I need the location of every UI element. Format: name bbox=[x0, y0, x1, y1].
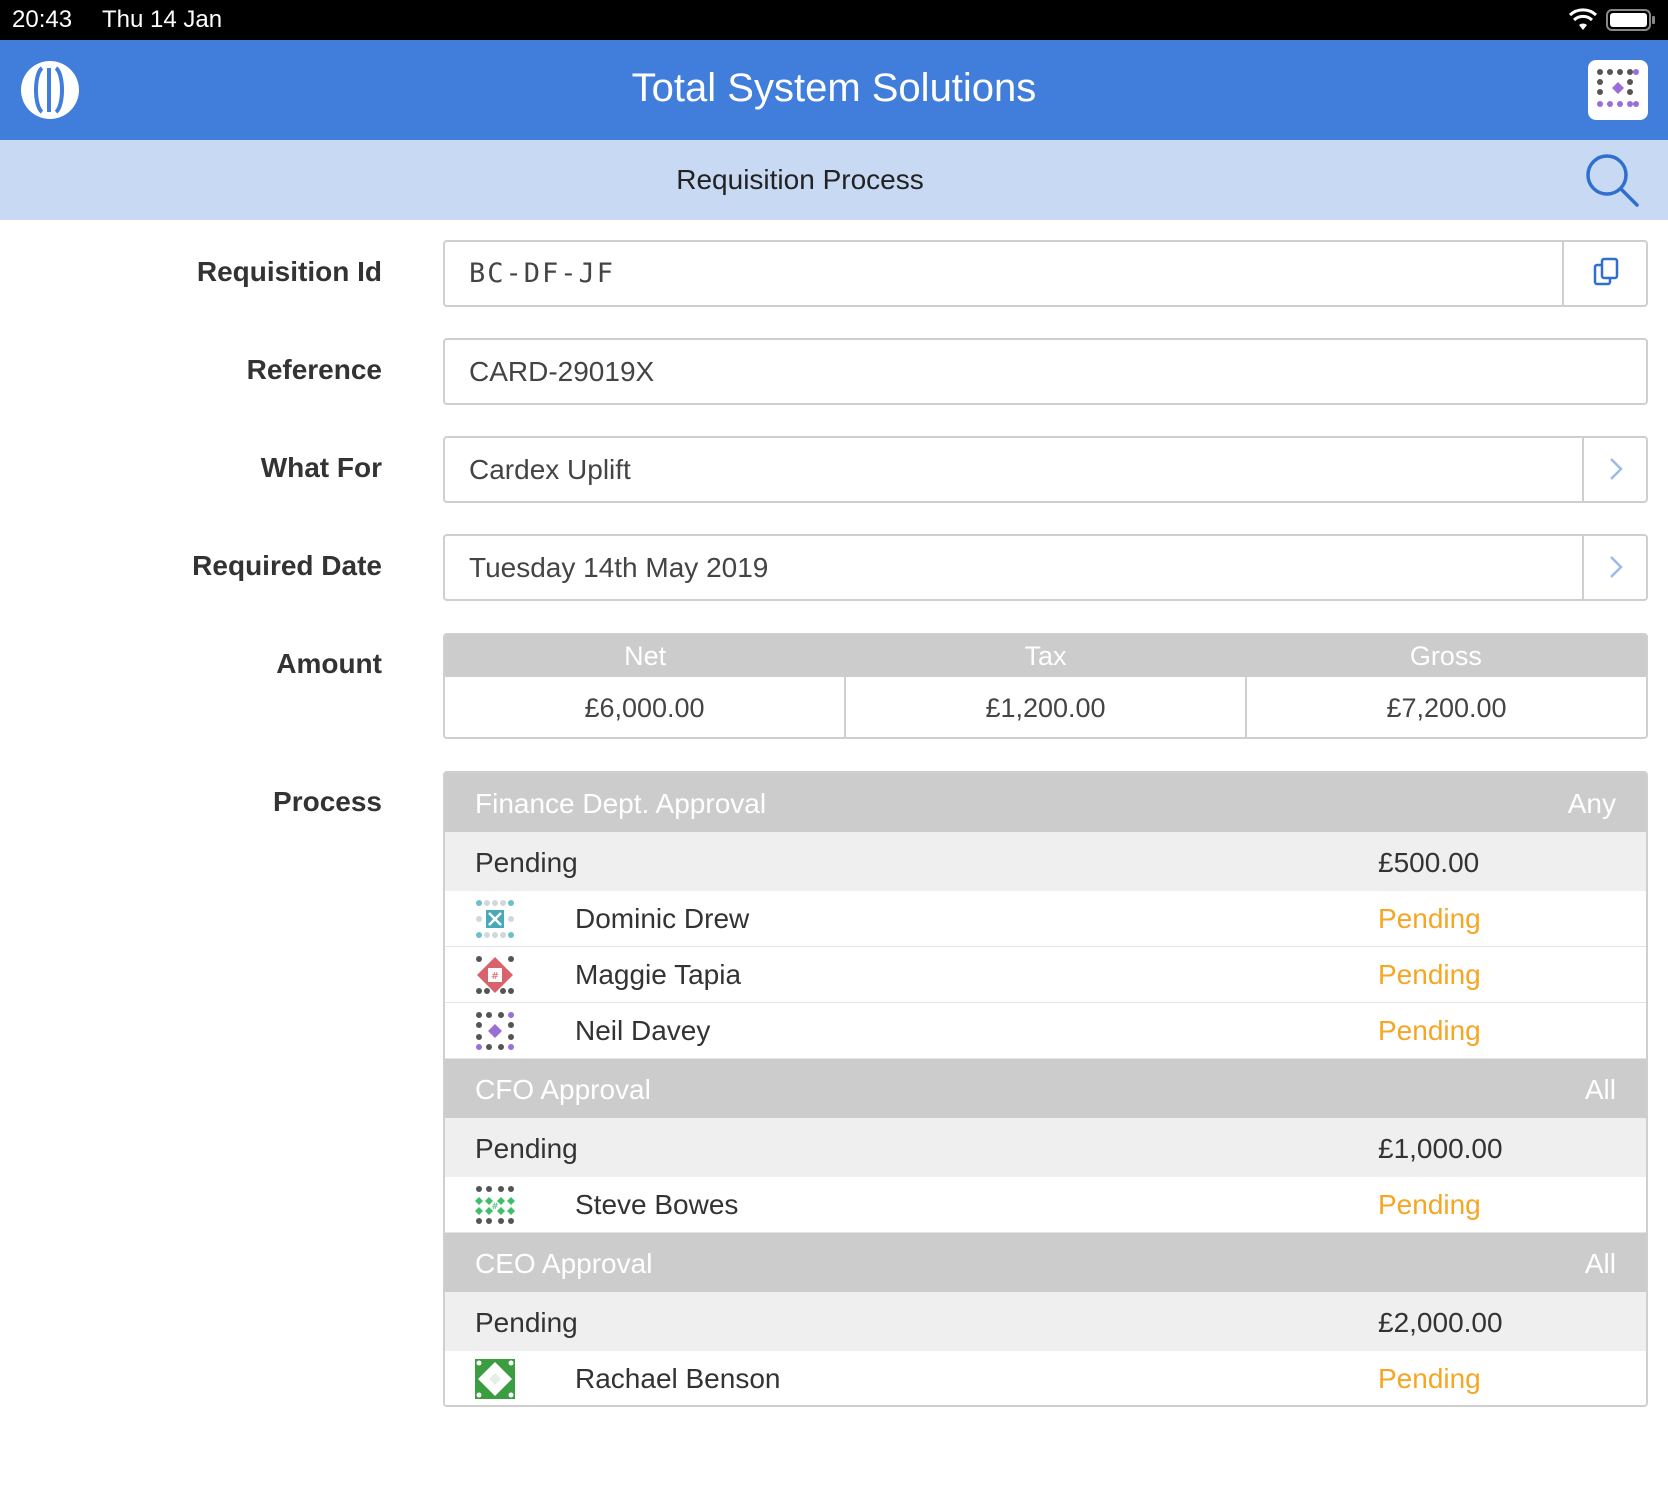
approver-name: Steve Bowes bbox=[575, 1189, 739, 1220]
page-title: Requisition Process bbox=[676, 164, 924, 195]
gross-value: £7,200.00 bbox=[1386, 693, 1507, 723]
stage-status: Pending bbox=[475, 1133, 578, 1164]
approver-name: Maggie Tapia bbox=[575, 959, 742, 990]
process-table: Finance Dept. Approval Any Pending £500.… bbox=[443, 771, 1648, 1407]
reference-label: Reference bbox=[246, 354, 382, 385]
stage-status-row: Pending £1,000.00 bbox=[445, 1118, 1646, 1177]
stage-name: CEO Approval bbox=[475, 1248, 653, 1279]
status-date: Thu 14 Jan bbox=[102, 6, 223, 33]
status-time: 20:43 bbox=[12, 6, 73, 33]
stage-header[interactable]: CFO Approval All bbox=[445, 1059, 1646, 1118]
approver-row[interactable]: Dominic Drew Pending bbox=[445, 891, 1646, 947]
svg-text:#: # bbox=[491, 971, 499, 982]
approver-name: Neil Davey bbox=[575, 1015, 711, 1046]
amount-values-row: £6,000.00 £1,200.00 £7,200.00 bbox=[445, 677, 1646, 737]
copy-button[interactable] bbox=[1562, 242, 1646, 305]
status-bar: 20:43 Thu 14 Jan bbox=[0, 0, 1668, 40]
net-header: Net bbox=[624, 641, 667, 671]
chevron-right-icon bbox=[1610, 556, 1623, 578]
green-diamond-avatar-icon bbox=[475, 1359, 515, 1399]
stage-amount: £2,000.00 bbox=[1378, 1307, 1503, 1338]
stage-rule: All bbox=[1584, 1248, 1616, 1279]
copy-icon bbox=[1593, 257, 1619, 286]
approver-status: Pending bbox=[1378, 1189, 1481, 1220]
reference-value: CARD-29019X bbox=[469, 356, 655, 387]
approver-status: Pending bbox=[1378, 903, 1481, 934]
teal-pattern-avatar-icon bbox=[476, 900, 514, 938]
process-label: Process bbox=[273, 786, 382, 817]
what-for-chevron-button[interactable] bbox=[1582, 438, 1646, 501]
what-for-field[interactable]: Cardex Uplift bbox=[443, 436, 1648, 503]
stage-status: Pending bbox=[475, 847, 578, 878]
requisition-id-label: Requisition Id bbox=[196, 256, 382, 287]
approver-name: Rachael Benson bbox=[575, 1363, 781, 1394]
approver-name: Dominic Drew bbox=[575, 903, 750, 934]
stage-amount: £500.00 bbox=[1378, 847, 1480, 878]
wifi-icon bbox=[1568, 8, 1598, 30]
approver-status: Pending bbox=[1378, 1015, 1481, 1046]
green-pattern-avatar-icon: # bbox=[475, 1186, 515, 1224]
purple-pattern-avatar-icon bbox=[476, 1012, 514, 1050]
chevron-right-icon bbox=[1610, 458, 1623, 480]
net-value: £6,000.00 bbox=[445, 677, 846, 737]
purple-pattern-avatar-icon bbox=[1597, 69, 1639, 107]
svg-text:#: # bbox=[491, 1202, 499, 1212]
stage-status-row: Pending £2,000.00 bbox=[445, 1292, 1646, 1351]
red-pattern-avatar-icon: # bbox=[476, 956, 514, 994]
required-date-value: Tuesday 14th May 2019 bbox=[469, 552, 769, 583]
approver-row[interactable]: # Maggie Tapia Pending bbox=[445, 947, 1646, 1003]
gross-header: Gross bbox=[1409, 641, 1482, 671]
requisition-id-field[interactable]: BC-DF-JF bbox=[443, 240, 1648, 307]
requisition-id-value: BC-DF-JF bbox=[469, 258, 616, 289]
amount-label: Amount bbox=[276, 648, 382, 679]
stage-name: CFO Approval bbox=[475, 1074, 651, 1105]
stage-rule: Any bbox=[1567, 788, 1616, 819]
stage-rule: All bbox=[1584, 1074, 1616, 1105]
user-avatar-button[interactable] bbox=[1588, 60, 1648, 120]
battery-icon bbox=[1606, 9, 1655, 31]
required-date-field[interactable]: Tuesday 14th May 2019 bbox=[443, 534, 1648, 601]
amount-table: Net Tax Gross £6,000.00 £1,200.00 £7,200… bbox=[443, 633, 1648, 739]
stage-header[interactable]: Finance Dept. Approval Any bbox=[445, 773, 1646, 832]
stage-header[interactable]: CEO Approval All bbox=[445, 1233, 1646, 1292]
tax-value: £1,200.00 bbox=[846, 677, 1247, 737]
reference-field[interactable]: CARD-29019X bbox=[443, 338, 1648, 405]
app-title: Total System Solutions bbox=[631, 66, 1037, 110]
what-for-value: Cardex Uplift bbox=[469, 454, 631, 485]
app-header: Total System Solutions bbox=[0, 40, 1668, 140]
amount-header-row: Net Tax Gross bbox=[445, 635, 1646, 677]
required-date-label: Required Date bbox=[192, 550, 382, 581]
stage-status-row: Pending £500.00 bbox=[445, 832, 1646, 891]
what-for-label: What For bbox=[260, 452, 382, 483]
stage-amount: £1,000.00 bbox=[1378, 1133, 1503, 1164]
search-icon[interactable] bbox=[1582, 150, 1642, 210]
approver-row[interactable]: Neil Davey Pending bbox=[445, 1003, 1646, 1059]
tax-header: Tax bbox=[1024, 641, 1067, 671]
approver-status: Pending bbox=[1378, 959, 1481, 990]
approver-row[interactable]: # Steve Bowes Pending bbox=[445, 1177, 1646, 1233]
required-date-chevron-button[interactable] bbox=[1582, 536, 1646, 599]
approver-status: Pending bbox=[1378, 1363, 1481, 1394]
sub-header: Requisition Process bbox=[0, 140, 1668, 220]
stage-name: Finance Dept. Approval bbox=[475, 788, 767, 819]
stage-status: Pending bbox=[475, 1307, 578, 1338]
approver-row[interactable]: Rachael Benson Pending bbox=[445, 1351, 1646, 1405]
